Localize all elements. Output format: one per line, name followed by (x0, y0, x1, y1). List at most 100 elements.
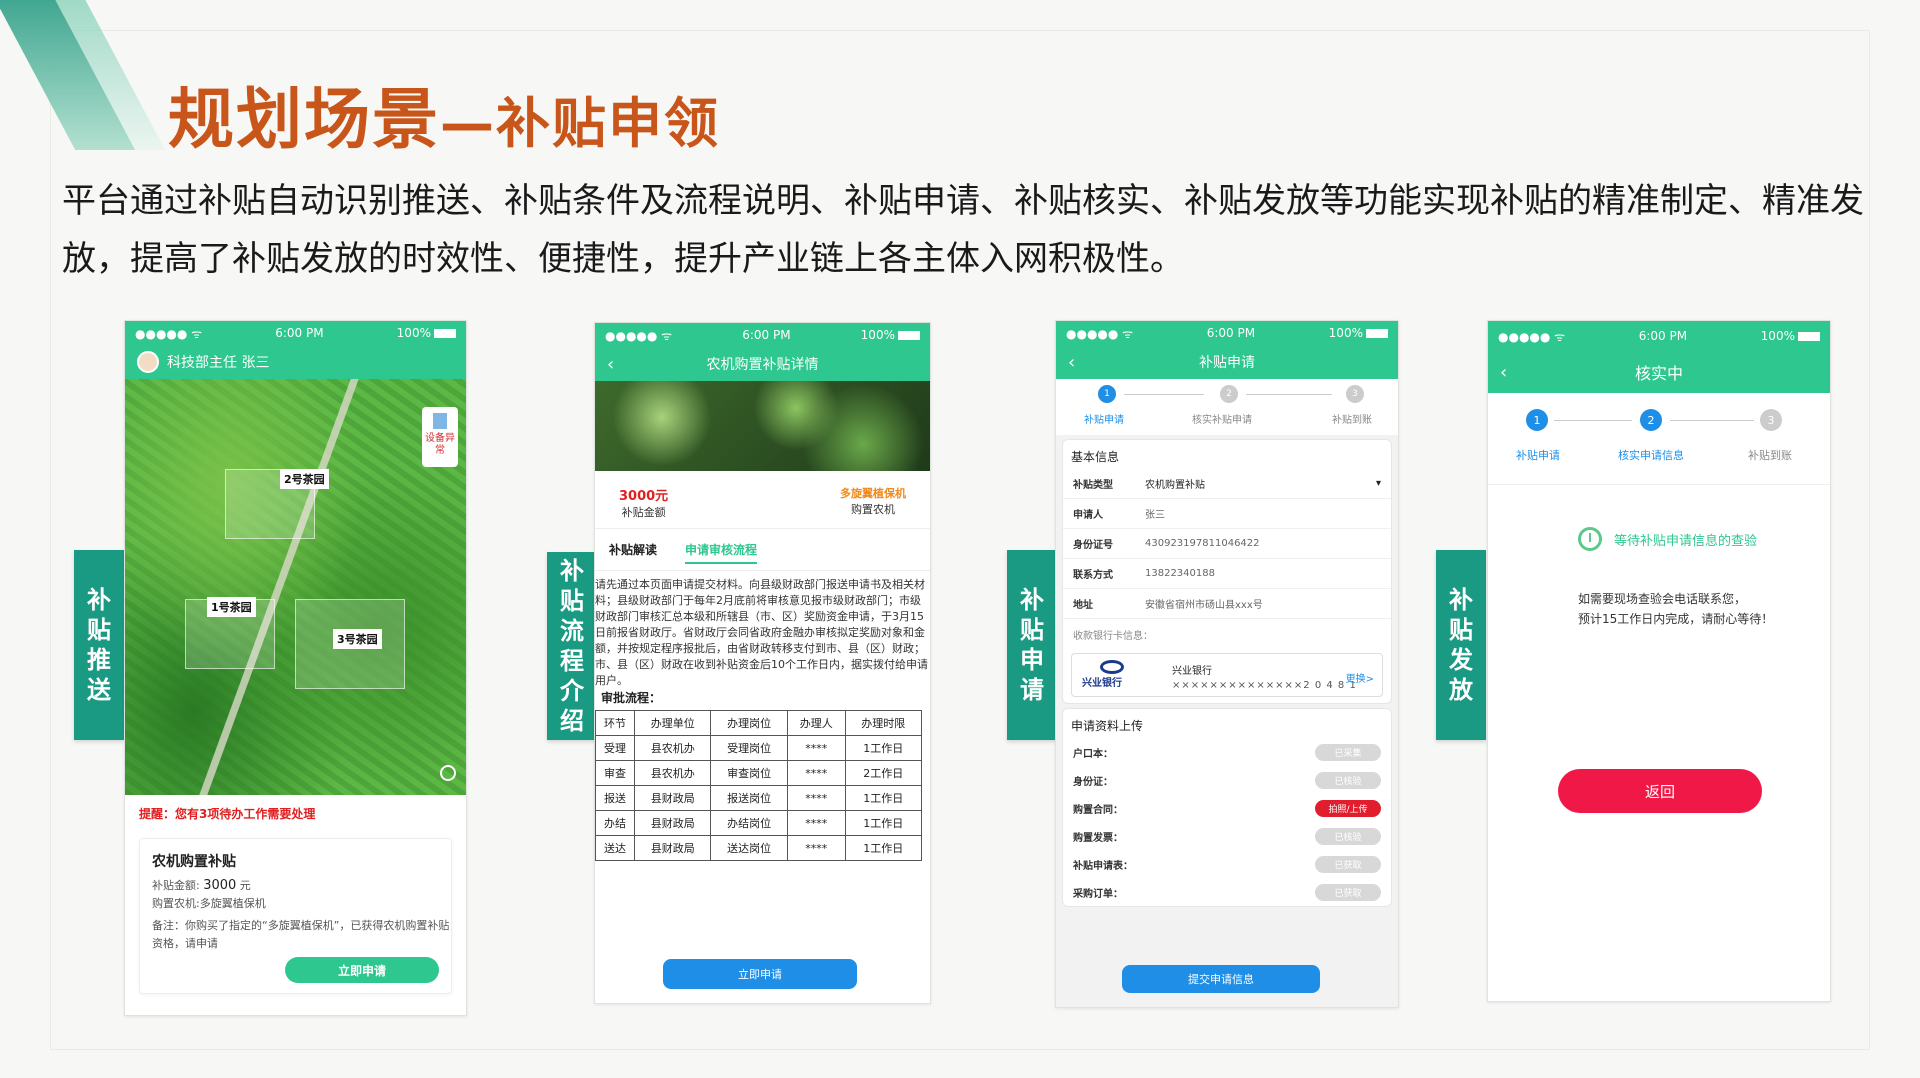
process-title: 审批流程： (601, 691, 662, 705)
label-char: 申 (1020, 646, 1044, 674)
garden-label-1[interactable]: 1号茶园 (207, 597, 256, 617)
upload-status-button[interactable]: 已获取 (1315, 883, 1381, 901)
table-row: 办结 县财政局 办结岗位 **** 1工作日 (595, 810, 923, 836)
step-line (1670, 420, 1754, 421)
status-bar: ●●●●● ᯤ 6:00 PM 100% (595, 323, 930, 347)
label-char: 贴 (87, 616, 111, 644)
table-cell: 县财政局 (634, 835, 712, 861)
subsidy-summary: 3000元 补贴金额 多旋翼植保机 购置农机 (595, 471, 930, 529)
card-amount: 补贴金额: 3000 元 (152, 877, 439, 895)
bank-card[interactable]: 兴业银行 兴业银行 ××××××××××××××2 0 4 8 1 更换> (1071, 653, 1383, 697)
submit-application-button[interactable]: 提交申请信息 (1122, 965, 1320, 993)
field-label: 地址 (1073, 600, 1093, 611)
field-contact[interactable]: 联系方式 13822340188 (1063, 559, 1391, 589)
card-machine: 购置农机:多旋翼植保机 (152, 897, 266, 910)
dropdown-arrow-icon[interactable]: ▾ (1376, 478, 1381, 489)
table-row: 报送 县财政局 报送岗位 **** 1工作日 (595, 785, 923, 811)
apply-now-button[interactable]: 立即申请 (663, 959, 857, 989)
upload-row: 补贴申请表： 已获取 (1063, 850, 1391, 878)
table-cell: 县财政局 (634, 810, 712, 836)
battery-indicator: 100% (861, 328, 920, 342)
label-char: 请 (1020, 676, 1044, 704)
clock-icon (1578, 527, 1602, 551)
signal-icon: ●●●●● ᯤ (1066, 326, 1134, 341)
upload-row: 购置发票： 已核验 (1063, 822, 1391, 850)
tea-garden-map[interactable]: 2号茶园 1号茶园 3号茶园 设备异常 (125, 379, 466, 795)
return-button[interactable]: 返回 (1558, 769, 1762, 813)
battery-text: 100% (396, 326, 431, 340)
table-header: 环节 (595, 710, 636, 736)
label-char: 推 (87, 646, 111, 674)
battery-text: 100% (1760, 329, 1795, 343)
bank-info-label: 收款银行卡信息： (1073, 630, 1153, 642)
subsidy-card[interactable]: 农机购置补贴 补贴金额: 3000 元 购置农机:多旋翼植保机 备注：你购买了指… (139, 838, 452, 994)
upload-section: 申请资料上传 户口本： 已采集 身份证： 已核验 购置合同： 拍照/上传 购置发票： 已… (1062, 708, 1392, 907)
status-time: 6:00 PM (1206, 326, 1256, 340)
back-icon[interactable]: ‹ (1068, 352, 1075, 373)
table-cell: 送达岗位 (710, 835, 788, 861)
user-bar: 科技部主任 张三 (125, 345, 466, 379)
upload-status-button[interactable]: 已获取 (1315, 855, 1381, 873)
change-card-link[interactable]: 更换> (1346, 670, 1374, 685)
table-cell: 审查 (595, 760, 636, 786)
label-char: 补 (1449, 586, 1473, 614)
table-cell: 办结岗位 (710, 810, 788, 836)
phone-subsidy-verify: ●●●●● ᯤ 6:00 PM 100% ‹ 核实中 1 2 3 补贴申请 核实… (1487, 320, 1831, 1002)
apply-now-button[interactable]: 立即申请 (285, 957, 439, 983)
label-char: 贴 (1449, 616, 1473, 644)
nav-title: 核实中 (1634, 364, 1683, 383)
field-subsidy-type[interactable]: 补贴类型 农机购置补贴 ▾ (1063, 469, 1391, 499)
garden-label-2[interactable]: 2号茶园 (280, 469, 329, 489)
field-id-number[interactable]: 身份证号 430923197811046422 (1063, 529, 1391, 559)
table-cell: 1工作日 (844, 785, 923, 811)
user-name: 科技部主任 张三 (167, 355, 270, 371)
field-value: 安徽省宿州市砀山县xxx号 (1145, 600, 1263, 611)
table-cell: **** (786, 810, 846, 836)
table-cell: 受理 (595, 735, 636, 761)
nav-bar: ‹ 核实中 (1488, 351, 1830, 393)
detail-tabs: 补贴解读 申请审核流程 (595, 529, 930, 571)
machine-value: 多旋翼植保机 (840, 487, 906, 500)
upload-photo-button[interactable]: 拍照/上传 (1315, 799, 1381, 817)
battery-indicator: 100% (397, 326, 456, 340)
back-icon[interactable]: ‹ (1500, 362, 1507, 383)
step-dot-3: 3 (1760, 409, 1782, 431)
waiting-status: 等待补贴申请信息的查验 (1578, 527, 1757, 551)
field-applicant[interactable]: 申请人 张三 (1063, 499, 1391, 529)
step-line (1554, 420, 1632, 421)
tab-interpretation[interactable]: 补贴解读 (609, 541, 657, 564)
garden-label-3[interactable]: 3号茶园 (333, 629, 382, 649)
field-address[interactable]: 地址 安徽省宿州市砀山县xxx号 (1063, 589, 1391, 619)
basic-info-section: 基本信息 补贴类型 农机购置补贴 ▾ 申请人 张三 身份证号 4309231978110… (1062, 439, 1392, 704)
upload-status-button[interactable]: 已核验 (1315, 771, 1381, 789)
table-cell: 2工作日 (844, 760, 923, 786)
slide-title: 规划场景—补贴申领 (168, 66, 720, 162)
bank-logo: 兴业银行 (1082, 660, 1144, 692)
locate-icon[interactable] (440, 765, 456, 781)
table-cell: 县财政局 (634, 785, 712, 811)
tab-review-process[interactable]: 申请审核流程 (685, 541, 758, 564)
field-value: 农机购置补贴 (1145, 480, 1205, 491)
step-label: 补贴申请 (1516, 449, 1560, 462)
table-cell: 县农机办 (634, 735, 712, 761)
status-time: 6:00 PM (1638, 329, 1688, 343)
label-char: 送 (87, 676, 111, 704)
device-alert-button[interactable]: 设备异常 (422, 407, 458, 467)
back-icon[interactable]: ‹ (607, 354, 614, 375)
table-cell: **** (786, 835, 846, 861)
reminder-text[interactable]: 提醒：您有3项待办工作需要处理 (125, 795, 466, 832)
slide-title-sub: —补贴申领 (440, 92, 720, 155)
avatar[interactable] (137, 351, 159, 373)
table-row: 受理 县农机办 受理岗位 **** 1工作日 (595, 735, 923, 761)
status-time: 6:00 PM (742, 328, 791, 342)
upload-label: 采购订单： (1073, 888, 1123, 900)
upload-status-button[interactable]: 已采集 (1315, 743, 1381, 761)
amount-unit: 元 (236, 879, 251, 892)
step-dot-3: 3 (1346, 385, 1364, 403)
table-cell: 送达 (595, 835, 636, 861)
upload-status-button[interactable]: 已核验 (1315, 827, 1381, 845)
upload-row: 身份证： 已核验 (1063, 766, 1391, 794)
nav-bar: ‹ 补贴申请 (1056, 345, 1398, 379)
step-label: 核实补贴申请 (1192, 415, 1252, 426)
battery-text: 100% (860, 328, 895, 342)
